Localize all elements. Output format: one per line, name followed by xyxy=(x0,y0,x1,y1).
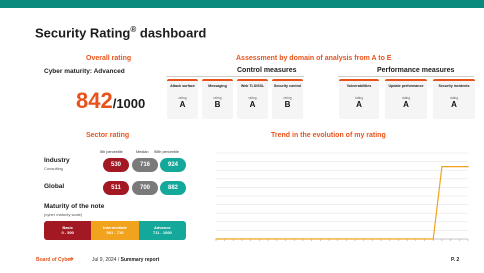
title-suffix: dashboard xyxy=(136,25,207,41)
scale-intermediate: Intermediate 501 - 710 xyxy=(91,221,139,240)
overall-score: 842/1000 xyxy=(76,88,145,114)
chart-point xyxy=(302,238,304,240)
global-median-pill: 700 xyxy=(132,181,158,195)
performance-divider xyxy=(338,76,474,77)
chart-point xyxy=(380,238,382,240)
top-accent-bar xyxy=(0,0,484,8)
title-text: Security Rating xyxy=(35,25,131,41)
trend-chart xyxy=(206,147,476,247)
domain-grade: A xyxy=(179,100,186,109)
chart-point xyxy=(319,238,321,240)
trend-heading: Trend in the evolution of my rating xyxy=(271,132,386,139)
overall-rating-heading: Overall rating xyxy=(86,55,132,62)
global-p5-pill: 511 xyxy=(103,181,129,195)
global-p95-pill: 882 xyxy=(160,181,186,195)
report-date: Jul 9, 2024 / xyxy=(92,257,120,263)
domain-grade: A xyxy=(451,100,457,109)
chart-point xyxy=(293,238,295,240)
chart-point xyxy=(450,165,452,168)
page-title: Security Rating® dashboard xyxy=(35,25,206,40)
domain-card-web-tls-ssl[interactable]: Web TLS/SSL rating A xyxy=(237,79,268,119)
chart-point xyxy=(432,238,434,240)
chart-point xyxy=(276,238,278,240)
chart-point xyxy=(389,238,391,240)
chart-point xyxy=(284,238,287,240)
chart-point xyxy=(337,238,339,240)
arrow-right-icon: ➔ xyxy=(68,256,74,263)
chart-point xyxy=(458,165,460,168)
domain-name: Security incidents xyxy=(438,84,470,88)
domain-grade: A xyxy=(356,100,362,109)
chart-point xyxy=(215,238,217,240)
row-global-label: Global xyxy=(44,183,65,190)
domain-card-messaging[interactable]: Messaging rating B xyxy=(202,79,233,119)
assessment-heading: Assessment by domain of analysis from A … xyxy=(236,55,392,62)
score-denominator: /1000 xyxy=(112,96,146,111)
report-name: Summary report xyxy=(119,257,160,263)
domain-grade: B xyxy=(214,100,221,109)
domain-name: Security control xyxy=(273,84,302,88)
chart-point xyxy=(258,238,261,240)
scale-basic: Basic 0 - 500 xyxy=(44,221,92,240)
score-value: 842 xyxy=(76,88,113,113)
industry-p5-pill: 530 xyxy=(103,158,129,172)
domain-card-attack-surface[interactable]: Attack surface rating A xyxy=(167,79,198,119)
scale-advance: Advance 711 - 1000 xyxy=(138,221,186,240)
chart-point xyxy=(267,238,269,240)
domain-card-security-incidents[interactable]: Security incidents rating A xyxy=(433,79,475,119)
domain-grade: B xyxy=(284,100,291,109)
control-measures-label: Control measures xyxy=(237,67,297,74)
trend-chart-svg xyxy=(215,152,469,241)
chart-series-line xyxy=(216,165,468,240)
level-range: 501 - 710 xyxy=(106,230,124,235)
chart-point xyxy=(441,165,443,168)
maturity-subtitle: (cyber maturity scale) xyxy=(44,212,83,217)
page-number: P. 2 xyxy=(451,257,460,263)
domain-name: Attack surface xyxy=(170,84,195,88)
domain-grade: A xyxy=(249,100,256,109)
industry-median-pill: 716 xyxy=(132,158,158,172)
chart-point xyxy=(345,238,347,240)
col-95th-percentile: 95th percentile xyxy=(154,150,179,154)
sector-rating-heading: Sector rating xyxy=(86,132,130,139)
chart-point xyxy=(241,238,243,240)
report-page: Security Rating® dashboard Overall ratin… xyxy=(0,0,484,273)
chart-point xyxy=(354,238,356,240)
report-info: Jul 9, 2024 / Summary report xyxy=(92,257,159,263)
chart-point xyxy=(467,165,469,168)
chart-point xyxy=(310,238,313,240)
chart-point xyxy=(250,238,252,240)
chart-point xyxy=(232,238,234,240)
industry-p95-pill: 924 xyxy=(160,158,186,172)
chart-point xyxy=(397,238,400,240)
chart-point xyxy=(363,238,365,240)
domain-name: Update performance xyxy=(388,84,424,88)
control-divider xyxy=(166,76,304,77)
level-range: 711 - 1000 xyxy=(152,230,172,235)
maturity-scale: Basic 0 - 500 Intermediate 501 - 710 Adv… xyxy=(44,221,186,240)
performance-measures-label: Performance measures xyxy=(377,67,455,74)
domain-card-update-performance[interactable]: Update performance rating A xyxy=(385,79,427,119)
col-median: Median xyxy=(136,150,149,154)
row-industry-sub: Consulting xyxy=(44,166,63,171)
domain-card-vulnerabilities[interactable]: Vulnerabilities rating A xyxy=(339,79,379,119)
chart-point xyxy=(224,238,226,240)
brand-name[interactable]: Board of Cyber xyxy=(36,257,72,263)
domain-grade: A xyxy=(403,100,409,109)
domain-name: Web TLS/SSL xyxy=(240,84,265,88)
row-industry-label: Industry xyxy=(44,157,70,164)
domain-name: Messaging xyxy=(208,84,227,88)
cyber-maturity-label: Cyber maturity: Advanced xyxy=(44,68,125,75)
chart-point xyxy=(406,238,408,240)
domain-card-security-control[interactable]: Security control rating B xyxy=(272,79,303,119)
col-5th-percentile: 5th percentile xyxy=(100,150,123,154)
domain-name: Vulnerabilities xyxy=(346,84,372,88)
chart-point xyxy=(423,238,426,240)
chart-point xyxy=(415,238,417,240)
chart-point xyxy=(328,238,330,240)
level-range: 0 - 500 xyxy=(61,230,74,235)
chart-point xyxy=(371,238,374,240)
maturity-title: Maturity of the note xyxy=(44,203,105,210)
